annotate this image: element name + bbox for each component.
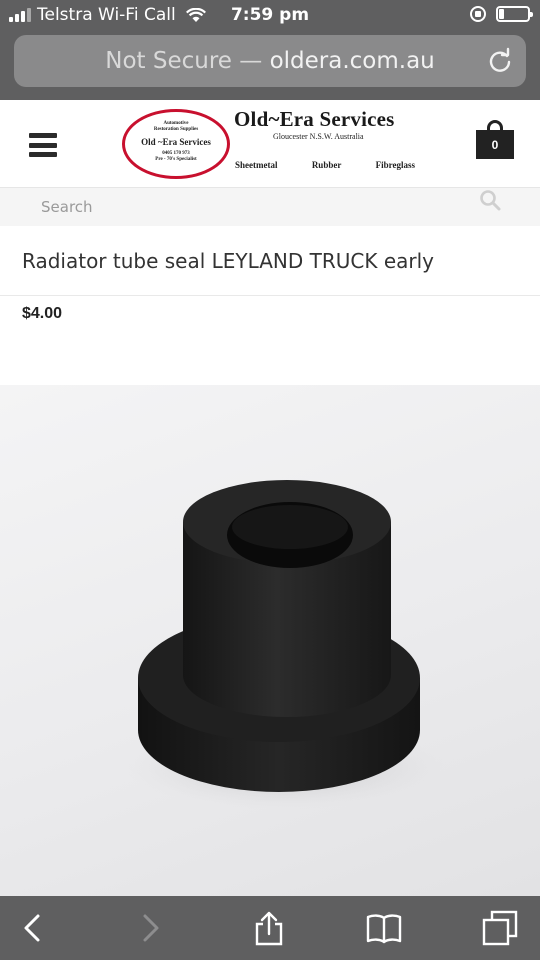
rubber-seal-image xyxy=(125,480,445,809)
status-time: 7:59 pm xyxy=(230,5,310,25)
tabs-icon[interactable] xyxy=(482,910,518,946)
search-bar xyxy=(0,188,540,226)
status-bar: Telstra Wi-Fi Call 7:59 pm xyxy=(0,0,540,32)
share-icon[interactable] xyxy=(251,910,287,946)
nav-fibreglass[interactable]: Fibreglass xyxy=(376,160,415,170)
logo-line2: Restoration Supplies xyxy=(153,127,199,132)
cart-count: 0 xyxy=(476,130,514,159)
search-icon[interactable] xyxy=(478,188,502,212)
nav-rubber[interactable]: Rubber xyxy=(312,160,342,170)
product-title-row: Radiator tube seal LEYLAND TRUCK early xyxy=(0,226,540,296)
brand-location: Gloucester N.S.W. Australia xyxy=(273,132,364,141)
category-nav: Sheetmetal Rubber Fibreglass xyxy=(235,160,415,170)
battery-icon xyxy=(496,6,533,22)
status-right xyxy=(470,6,533,22)
menu-icon[interactable] xyxy=(29,133,57,157)
browser-address-area: Not Secure — oldera.com.au xyxy=(0,32,540,100)
bookmarks-icon[interactable] xyxy=(366,910,402,946)
url-security-label: Not Secure — xyxy=(105,48,263,74)
cart-button[interactable]: 0 xyxy=(476,120,514,159)
logo-tagline: Pre - 70's Specialist xyxy=(155,157,197,162)
product-price: $4.00 xyxy=(22,305,63,322)
product-title: Radiator tube seal LEYLAND TRUCK early xyxy=(22,249,435,273)
product-image[interactable] xyxy=(0,385,540,896)
rotation-lock-icon xyxy=(470,6,486,22)
site-logo[interactable]: Automotive Restoration Supplies Old ~Era… xyxy=(122,109,230,179)
brand-title[interactable]: Old~Era Services xyxy=(234,107,395,132)
reload-icon[interactable] xyxy=(486,47,514,75)
address-bar[interactable]: Not Secure — oldera.com.au xyxy=(14,35,526,87)
browser-toolbar xyxy=(0,896,540,960)
logo-name: Old ~Era Services xyxy=(141,137,211,147)
back-icon[interactable] xyxy=(14,910,50,946)
nav-sheetmetal[interactable]: Sheetmetal xyxy=(235,160,278,170)
url-domain: oldera.com.au xyxy=(269,48,435,74)
search-input[interactable] xyxy=(30,188,450,226)
site-header: Automotive Restoration Supplies Old ~Era… xyxy=(0,100,540,188)
forward-icon[interactable] xyxy=(133,910,169,946)
